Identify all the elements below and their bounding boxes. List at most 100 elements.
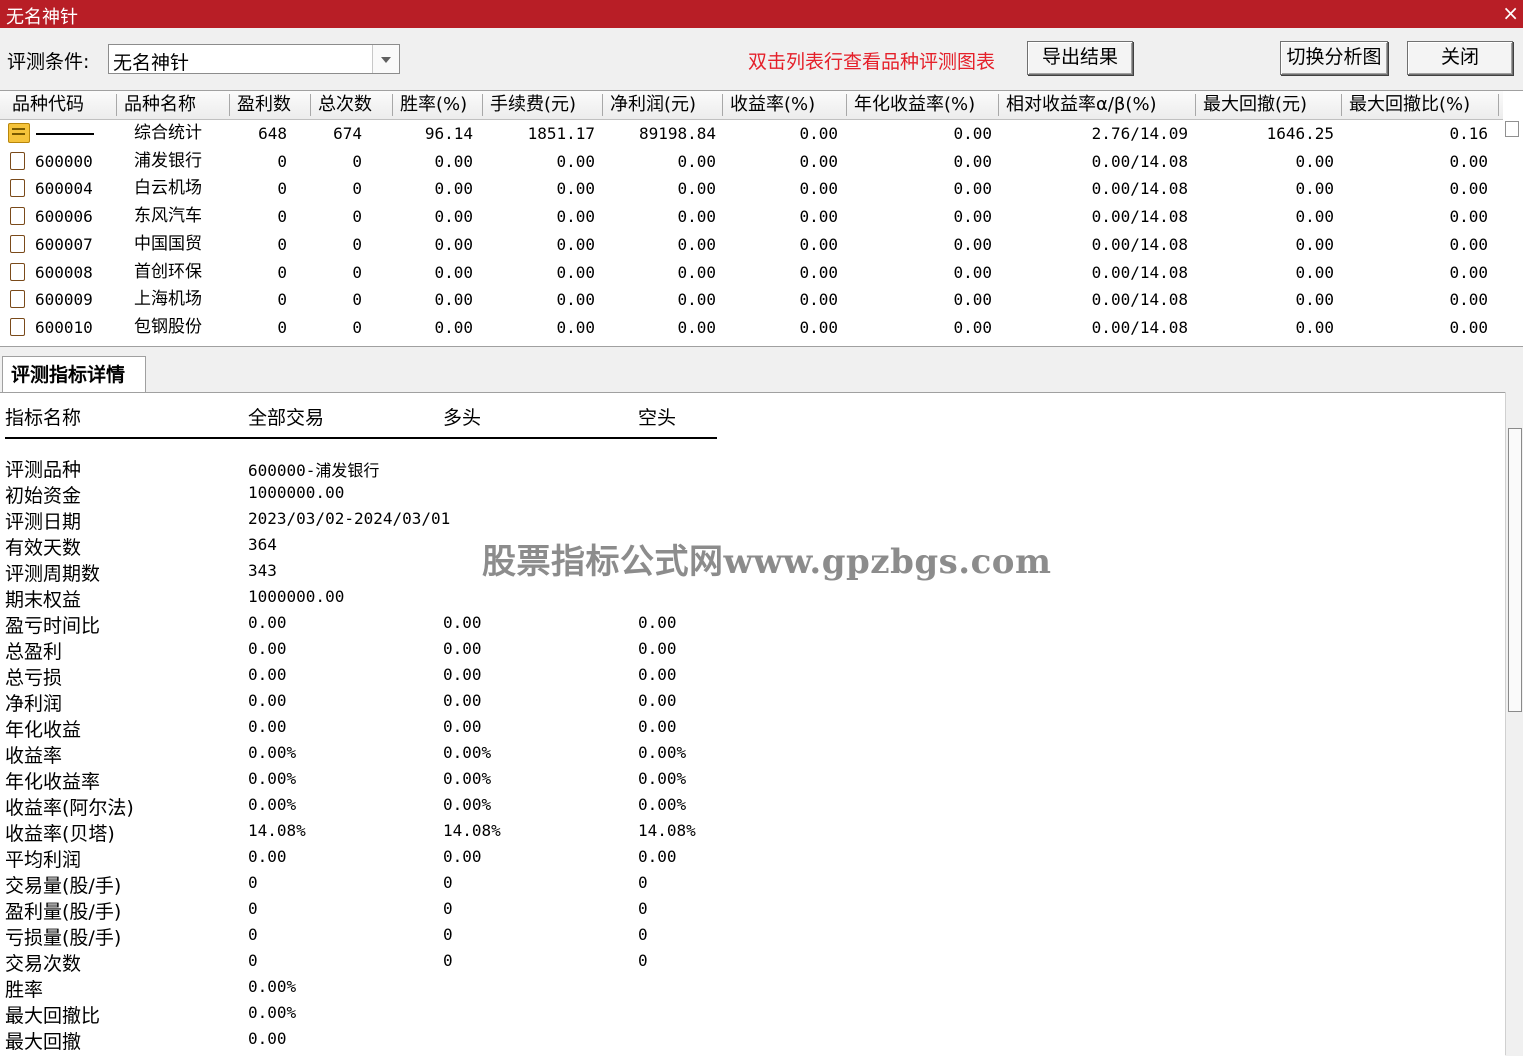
cell-return: 0.00 xyxy=(799,151,838,171)
table-row[interactable]: 600007 中国国贸 0 0 0.00 0.00 0.00 0.00 0.00 0.00/14.… xyxy=(0,231,1503,258)
column-separator[interactable] xyxy=(229,94,230,116)
condition-value: 无名神针 xyxy=(113,52,190,74)
metric-value-all: 0.00% xyxy=(248,795,297,814)
close-button[interactable]: 关闭 xyxy=(1407,41,1513,75)
table-row[interactable]: 600004 白云机场 0 0 0.00 0.00 0.00 0.00 0.00 0.00/14.… xyxy=(0,175,1503,202)
metric-value-all: 0.00% xyxy=(248,743,297,762)
window-title: 无名神针 xyxy=(6,7,78,28)
cell-max-dd-ratio: 0.00 xyxy=(1449,262,1488,282)
column-header[interactable]: 品种名称 xyxy=(118,91,231,119)
column-header[interactable]: 相对收益率α/β(%) xyxy=(1000,91,1197,119)
column-header[interactable]: 手续费(元) xyxy=(484,91,604,119)
metric-value-short: 14.08% xyxy=(638,821,696,840)
cell-relative: 0.00/14.08 xyxy=(1091,262,1188,282)
toolbar: 评测条件: 无名神针 双击列表行查看品种评测图表 导出结果 切换分析图 关闭 xyxy=(0,28,1523,90)
cell-relative: 0.00/14.08 xyxy=(1091,317,1188,337)
column-header[interactable]: 品种代码 xyxy=(6,91,118,119)
metric-value-long: 0 xyxy=(443,925,453,944)
column-separator[interactable] xyxy=(1341,94,1342,116)
stock-code: 600000 xyxy=(35,151,93,171)
metric-value-all: 0.00% xyxy=(248,769,297,788)
column-separator[interactable] xyxy=(1195,94,1196,116)
metric-label: 评测日期 xyxy=(5,511,82,533)
detail-header: 多头 xyxy=(443,407,482,429)
metric-value-all: 0 xyxy=(248,873,258,892)
column-separator[interactable] xyxy=(392,94,393,116)
close-icon[interactable]: × xyxy=(1502,1,1519,25)
cell-return: 0.00 xyxy=(799,124,838,143)
column-header[interactable]: 收益率(%) xyxy=(724,91,848,119)
cell-max-dd: 0.00 xyxy=(1295,179,1334,199)
metric-label: 年化收益 xyxy=(5,719,82,741)
table-row[interactable]: 综合统计 648 674 96.14 1851.17 89198.84 0.00 0.00 2.… xyxy=(0,120,1503,147)
stock-code: 600004 xyxy=(35,179,93,199)
metric-value-short: 0 xyxy=(638,899,648,918)
document-icon xyxy=(10,179,25,198)
metric-label: 净利润 xyxy=(5,693,63,715)
metric-value-short: 0 xyxy=(638,951,648,970)
column-header[interactable]: 最大回撤比(%) xyxy=(1343,91,1500,119)
cell-max-dd: 0.00 xyxy=(1295,317,1334,337)
switch-chart-button[interactable]: 切换分析图 xyxy=(1280,41,1388,75)
column-separator[interactable] xyxy=(116,94,117,116)
column-separator[interactable] xyxy=(310,94,311,116)
cell-max-dd-ratio: 0.00 xyxy=(1449,207,1488,227)
document-icon xyxy=(10,234,25,253)
metric-value-all: 0.00 xyxy=(248,717,287,736)
cell-return: 0.00 xyxy=(799,290,838,310)
table-row[interactable]: 600008 首创环保 0 0 0.00 0.00 0.00 0.00 0.00 0.00/14.… xyxy=(0,259,1503,286)
metric-label: 年化收益率 xyxy=(5,771,101,793)
table-row[interactable]: 600010 包钢股份 0 0 0.00 0.00 0.00 0.00 0.00 0.00/14.… xyxy=(0,314,1503,341)
metric-value-short: 0.00% xyxy=(638,795,687,814)
cell-annual-return: 0.00 xyxy=(953,262,992,282)
metric-label: 盈利量(股/手) xyxy=(5,901,122,923)
metric-value-long: 0 xyxy=(443,899,453,918)
column-separator[interactable] xyxy=(602,94,603,116)
export-button[interactable]: 导出结果 xyxy=(1027,41,1133,75)
metric-label: 亏损量(股/手) xyxy=(5,927,122,949)
tab-detail[interactable]: 评测指标详情 xyxy=(2,356,146,392)
metric-label: 评测周期数 xyxy=(5,563,101,585)
table-header: 品种代码 品种名称 盈利数 总次数 胜率(%) 手续费(元) 净利润(元) 收益率(%) 年化收… xyxy=(0,91,1503,120)
column-header[interactable]: 年化收益率(%) xyxy=(848,91,1000,119)
table-row[interactable]: 600000 浦发银行 0 0 0.00 0.00 0.00 0.00 0.00 0.00/14.… xyxy=(0,148,1503,175)
column-separator[interactable] xyxy=(722,94,723,116)
column-separator[interactable] xyxy=(998,94,999,116)
document-icon xyxy=(10,262,25,281)
cell-annual-return: 0.00 xyxy=(953,124,992,143)
document-icon xyxy=(10,207,25,226)
cell-annual-return: 0.00 xyxy=(953,234,992,254)
detail-scrollbar[interactable] xyxy=(1505,392,1523,1055)
scrollbar-thumb[interactable] xyxy=(1508,428,1522,712)
column-separator[interactable] xyxy=(1498,94,1499,116)
metric-value-long: 0.00 xyxy=(443,665,482,684)
column-header[interactable]: 盈利数 xyxy=(231,91,312,119)
column-header[interactable]: 胜率(%) xyxy=(394,91,484,119)
metric-label: 总盈利 xyxy=(5,641,63,663)
cell-annual-return: 0.00 xyxy=(953,151,992,171)
column-header[interactable]: 最大回撤(元) xyxy=(1197,91,1343,119)
table-row[interactable]: 600006 东风汽车 0 0 0.00 0.00 0.00 0.00 0.00 0.00/14.… xyxy=(0,203,1503,230)
metric-value-long: 0 xyxy=(443,951,453,970)
cell-return: 0.00 xyxy=(799,179,838,199)
column-header[interactable]: 总次数 xyxy=(312,91,394,119)
column-separator[interactable] xyxy=(482,94,483,116)
table-row[interactable]: 600009 上海机场 0 0 0.00 0.00 0.00 0.00 0.00 0.00/14.… xyxy=(0,286,1503,313)
document-icon xyxy=(10,151,25,170)
metric-label: 收益率 xyxy=(5,745,63,767)
cell-max-dd: 0.00 xyxy=(1295,207,1334,227)
cell-max-dd-ratio: 0.16 xyxy=(1449,124,1488,143)
metric-label: 交易次数 xyxy=(5,953,82,975)
metric-value-short: 0 xyxy=(638,925,648,944)
metric-label: 平均利润 xyxy=(5,849,82,871)
condition-select[interactable]: 无名神针 xyxy=(108,44,400,74)
stock-code: 600009 xyxy=(35,290,93,310)
metric-value-all: 0.00 xyxy=(248,665,287,684)
column-header[interactable]: 净利润(元) xyxy=(604,91,724,119)
column-separator[interactable] xyxy=(846,94,847,116)
scrollbar[interactable] xyxy=(1505,121,1519,137)
cell-annual-return: 0.00 xyxy=(953,290,992,310)
metric-label: 胜率 xyxy=(5,979,44,1001)
cell-annual-return: 0.00 xyxy=(953,207,992,227)
chevron-down-icon[interactable] xyxy=(372,45,399,73)
